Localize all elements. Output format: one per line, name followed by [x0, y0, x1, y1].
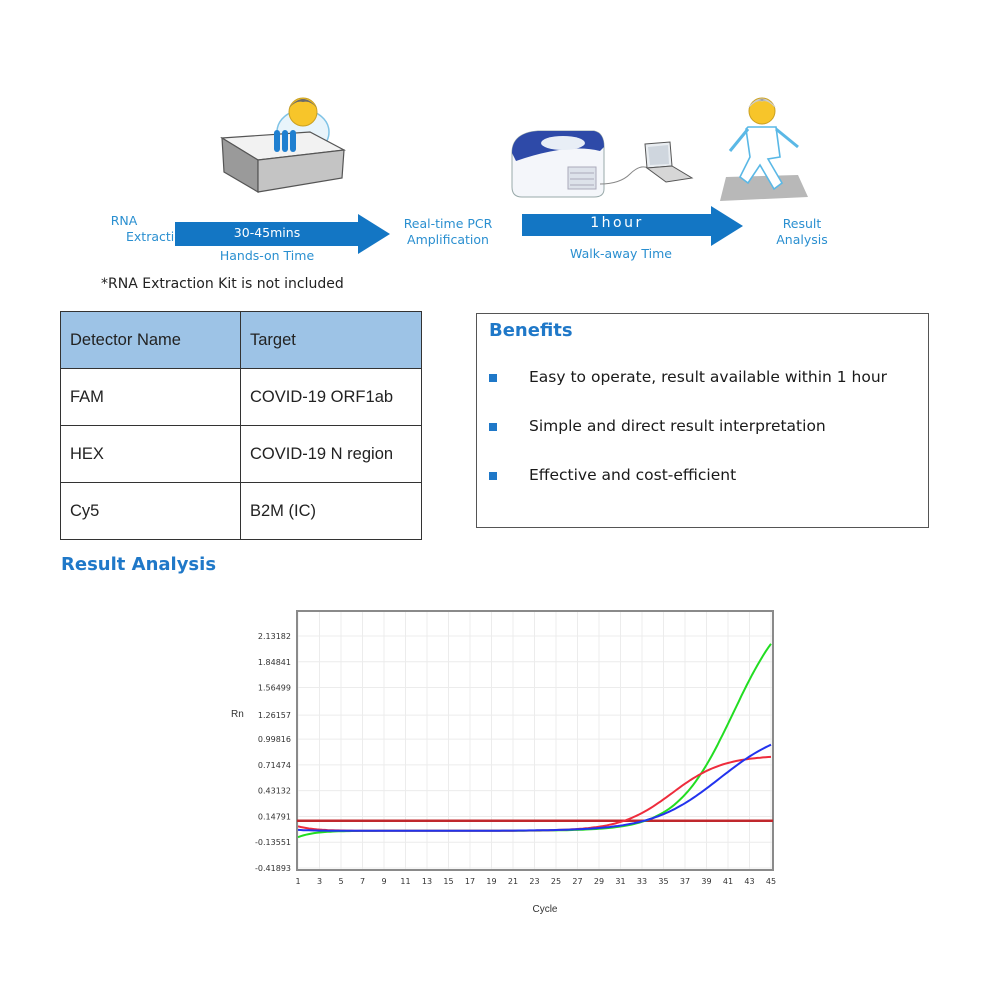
x-tick-label: 39: [701, 877, 711, 886]
x-tick-label: 1: [295, 877, 300, 886]
x-tick-label: 21: [508, 877, 518, 886]
y-tick-label: 1.84841: [258, 658, 291, 667]
y-tick-label: -0.41893: [255, 864, 291, 873]
x-tick-label: 19: [486, 877, 496, 886]
x-tick-label: 13: [422, 877, 432, 886]
y-tick-label: 1.56499: [258, 684, 291, 693]
x-tick-label: 15: [443, 877, 453, 886]
y-axis-label: Rn: [231, 709, 244, 720]
x-tick-label: 43: [744, 877, 754, 886]
y-tick-label: 0.71474: [258, 761, 291, 770]
x-tick-label: 27: [572, 877, 582, 886]
x-tick-label: 5: [338, 877, 343, 886]
y-tick-label: 2.13182: [258, 632, 291, 641]
x-tick-label: 45: [766, 877, 776, 886]
x-tick-label: 37: [680, 877, 690, 886]
x-tick-label: 3: [317, 877, 322, 886]
y-tick-label: 0.14791: [258, 812, 291, 821]
x-tick-label: 25: [551, 877, 561, 886]
x-tick-labels: 1 3 5 7 9 11 13 15 17 19 21 23 25 27 29 31 33 35 37 39 41 43 4…: [295, 877, 776, 886]
x-tick-label: 17: [465, 877, 475, 886]
y-tick-labels: 2.13182 1.84841 1.56499 1.26157 0.99816 0.714…: [255, 632, 291, 873]
x-axis-label: Cycle: [532, 904, 557, 915]
y-tick-label: 1.26157: [258, 711, 291, 720]
x-tick-label: 31: [615, 877, 625, 886]
x-tick-label: 29: [594, 877, 604, 886]
y-tick-label: 0.43132: [258, 787, 291, 796]
x-tick-label: 7: [360, 877, 365, 886]
y-tick-label: 0.99816: [258, 735, 291, 744]
x-tick-label: 23: [529, 877, 539, 886]
x-tick-label: 35: [658, 877, 668, 886]
x-tick-label: 11: [400, 877, 410, 886]
y-tick-label: -0.13551: [255, 838, 291, 847]
x-tick-label: 41: [723, 877, 733, 886]
x-tick-label: 33: [637, 877, 647, 886]
x-tick-label: 9: [381, 877, 386, 886]
amplification-chart: 2.13182 1.84841 1.56499 1.26157 0.99816 0.714…: [231, 610, 776, 915]
